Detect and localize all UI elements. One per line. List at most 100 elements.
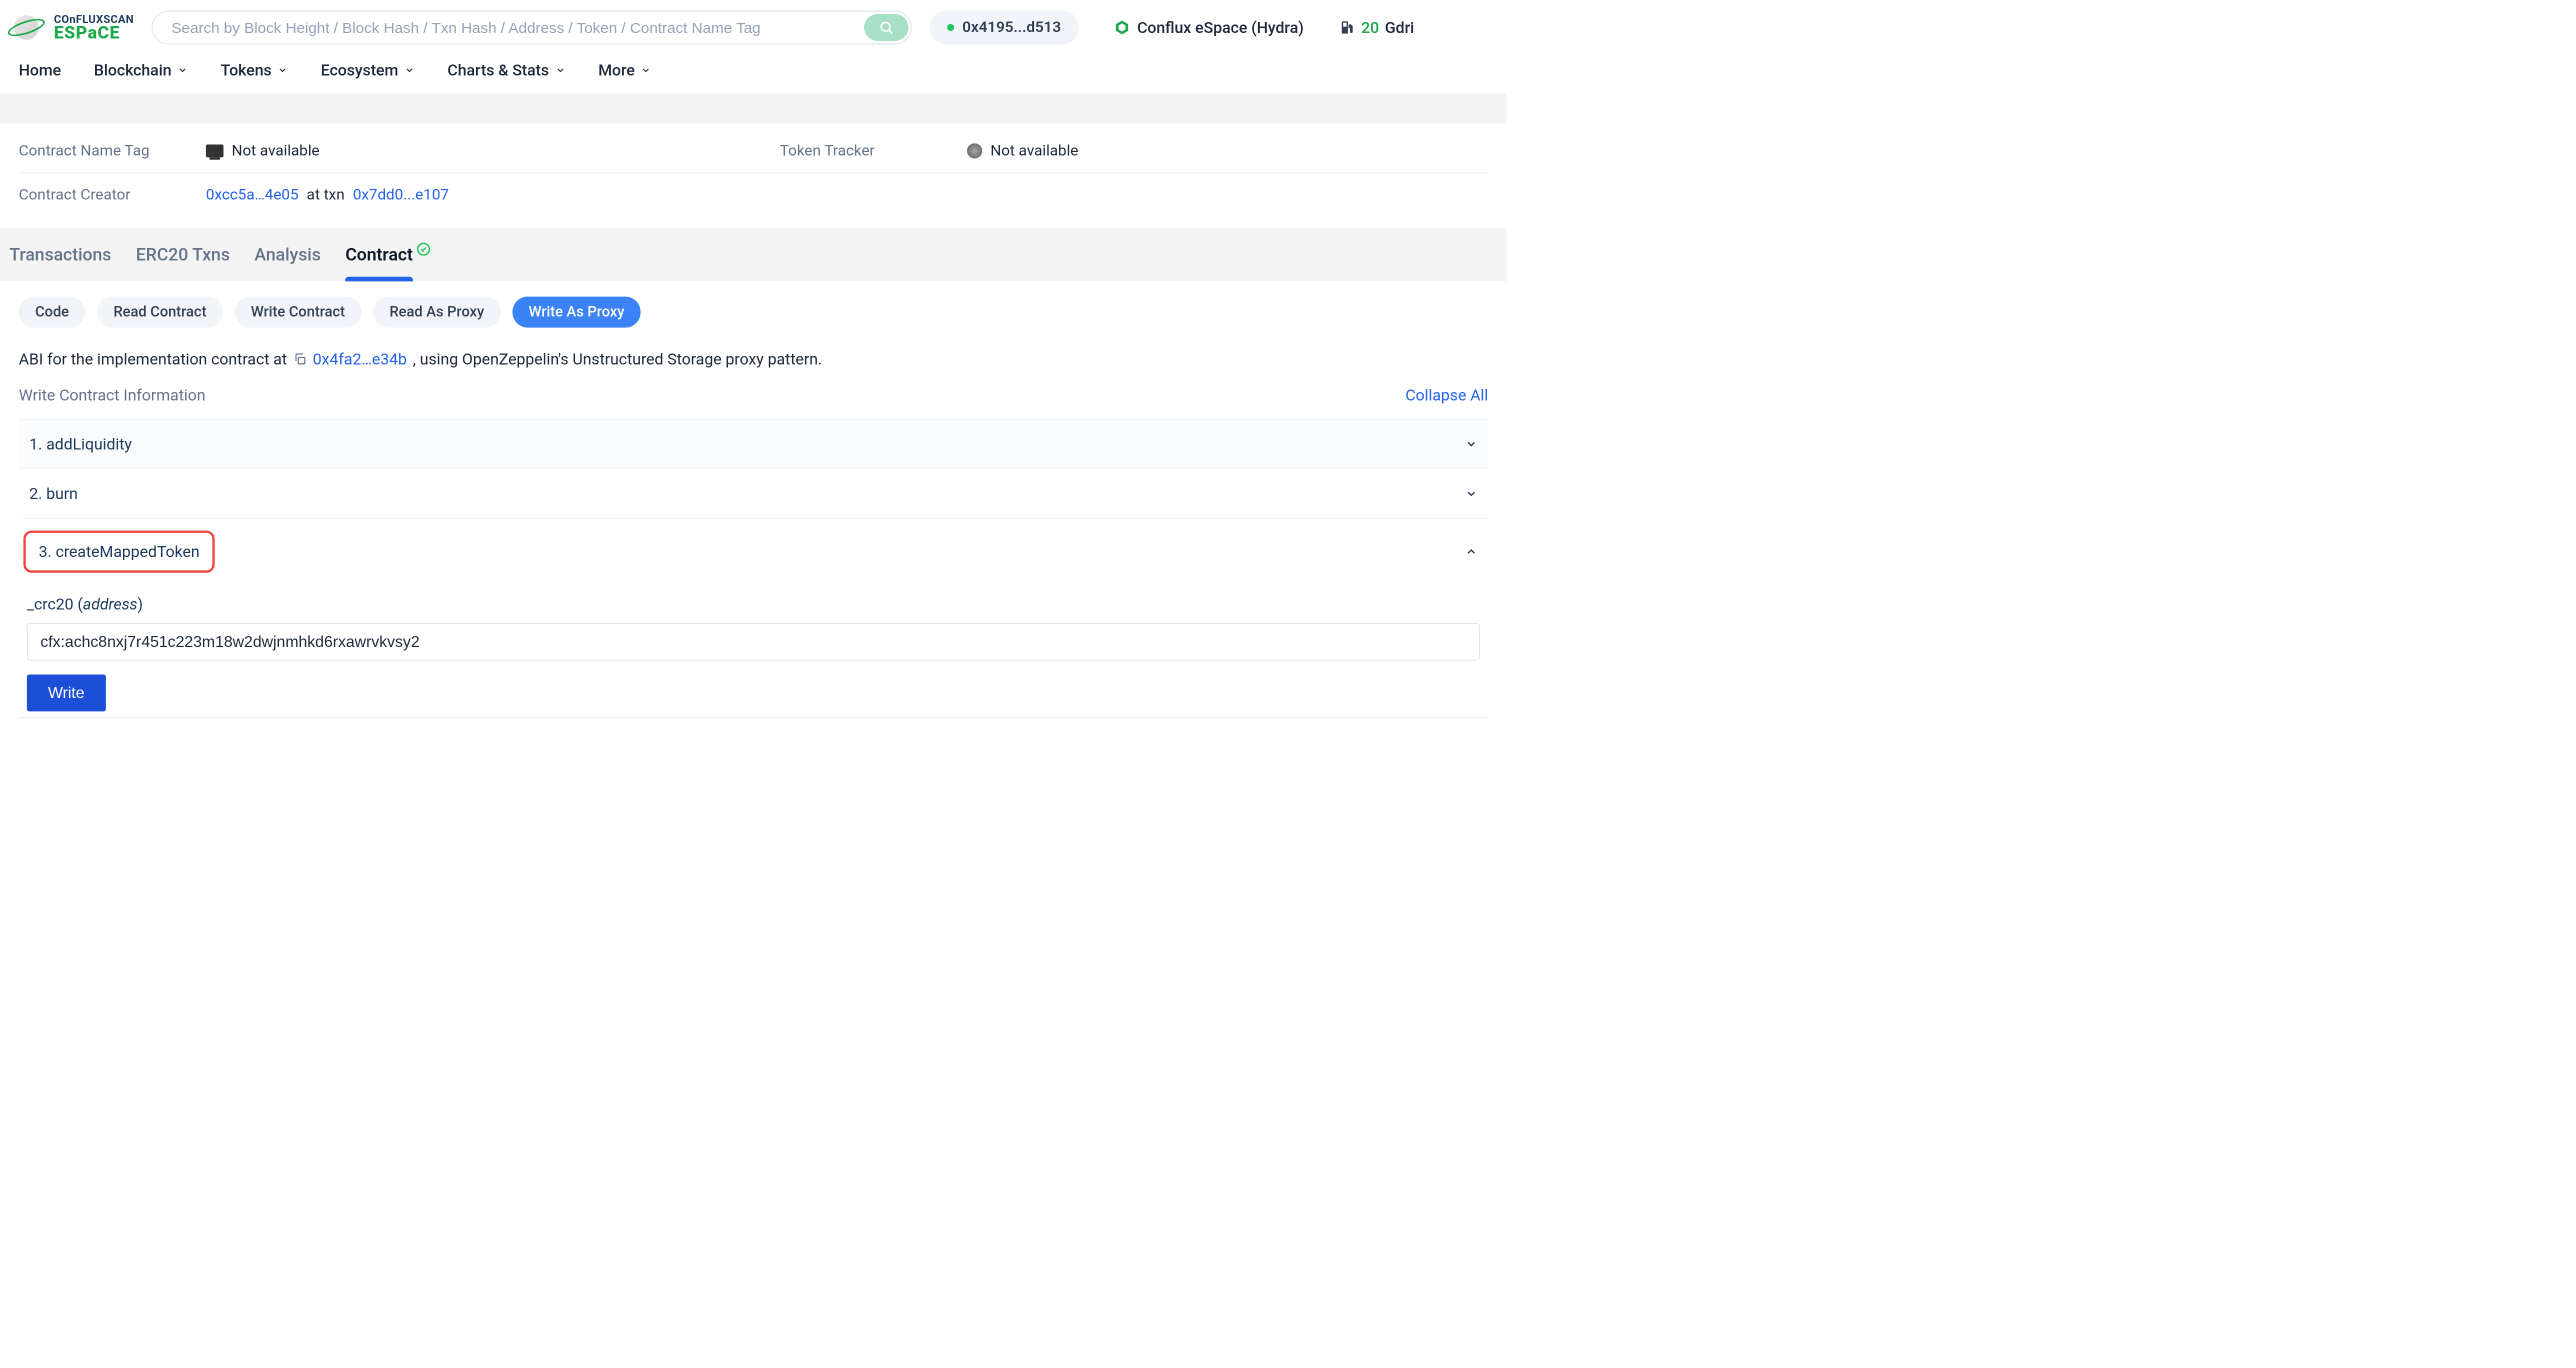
- contract-content: Code Read Contract Write Contract Read A…: [0, 281, 1507, 741]
- subtab-read-proxy[interactable]: Read As Proxy: [373, 297, 500, 328]
- subtab-read[interactable]: Read Contract: [97, 297, 223, 328]
- write-button-label: Write: [48, 684, 85, 702]
- nav-blockchain-label: Blockchain: [94, 61, 172, 80]
- nav-ecosystem-label: Ecosystem: [321, 61, 398, 80]
- nav-charts-label: Charts & Stats: [447, 61, 549, 80]
- creator-txn-link[interactable]: 0x7dd0...e107: [353, 186, 449, 204]
- collapse-all-link[interactable]: Collapse All: [1405, 386, 1488, 405]
- status-dot-icon: [947, 24, 954, 31]
- token-tracker-value: Not available: [990, 142, 1078, 160]
- gas-unit: Gdri: [1385, 18, 1414, 37]
- chevron-up-icon: [1465, 545, 1478, 558]
- network-selector[interactable]: Conflux eSpace (Hydra): [1114, 18, 1304, 37]
- main-nav: Home Blockchain Tokens Ecosystem Charts …: [0, 55, 1507, 94]
- name-tag-value: Not available: [232, 142, 320, 160]
- abi-info: ABI for the implementation contract at 0…: [19, 350, 1489, 369]
- chevron-down-icon: [404, 65, 415, 76]
- function-name-3: 3. createMappedToken: [23, 531, 214, 573]
- accordion-item-burn: 2. burn: [19, 469, 1489, 519]
- info-token-tracker: Token Tracker Not available: [780, 129, 1488, 172]
- param-name: _crc20 (: [27, 595, 83, 614]
- subtab-code[interactable]: Code: [19, 297, 86, 328]
- subtab-code-label: Code: [35, 304, 69, 321]
- verified-icon: [416, 242, 430, 256]
- gas-pump-icon: [1339, 19, 1355, 35]
- accordion-head-addliquidity[interactable]: 1. addLiquidity: [19, 419, 1489, 468]
- accordion-head-burn[interactable]: 2. burn: [19, 469, 1489, 518]
- network-name: Conflux eSpace (Hydra): [1137, 18, 1304, 37]
- abi-address-link[interactable]: 0x4fa2…e34b: [313, 350, 407, 369]
- logo[interactable]: COnFLUXSCAN ESPaCE: [6, 13, 134, 42]
- logo-line2: ESPaCE: [54, 24, 134, 42]
- abi-prefix: ABI for the implementation contract at: [19, 350, 287, 369]
- spacer: [0, 94, 1507, 123]
- nav-ecosystem[interactable]: Ecosystem: [321, 61, 415, 80]
- name-tag-icon: [206, 144, 224, 157]
- chevron-down-icon: [278, 65, 289, 76]
- creator-mid-text: at txn: [307, 186, 345, 204]
- subtab-write-label: Write Contract: [251, 304, 345, 321]
- wallet-address: 0x4195...d513: [962, 19, 1061, 37]
- nav-tokens[interactable]: Tokens: [221, 61, 288, 80]
- accordion-item-addliquidity: 1. addLiquidity: [19, 419, 1489, 469]
- search-icon: [879, 20, 894, 35]
- tab-analysis[interactable]: Analysis: [254, 245, 320, 282]
- param-close: ): [137, 595, 143, 614]
- write-contract-header: Write Contract Information Collapse All: [19, 386, 1489, 405]
- write-contract-label: Write Contract Information: [19, 386, 206, 405]
- logo-planet-icon: [6, 13, 47, 42]
- gas-indicator[interactable]: 20 Gdri: [1339, 18, 1414, 37]
- abi-suffix: , using OpenZeppelin's Unstructured Stor…: [413, 350, 822, 369]
- tab-analysis-label: Analysis: [254, 245, 320, 265]
- subtabs: Code Read Contract Write Contract Read A…: [19, 297, 1489, 328]
- search-wrapper: [151, 11, 912, 45]
- accordion: 1. addLiquidity 2. burn 3. createMappedT…: [19, 419, 1489, 718]
- tab-contract-label: Contract: [345, 245, 413, 265]
- search-input[interactable]: [151, 11, 912, 45]
- chevron-down-icon: [555, 65, 566, 76]
- param-label: _crc20 (address): [27, 595, 1480, 614]
- token-tracker-label: Token Tracker: [780, 142, 967, 160]
- accordion-head-createmappedtoken[interactable]: 3. createMappedToken: [19, 519, 1489, 585]
- wallet-address-pill[interactable]: 0x4195...d513: [930, 11, 1079, 45]
- subtab-read-label: Read Contract: [113, 304, 206, 321]
- tab-erc20-label: ERC20 Txns: [136, 245, 230, 265]
- tab-contract[interactable]: Contract: [345, 245, 413, 282]
- tab-erc20[interactable]: ERC20 Txns: [136, 245, 230, 282]
- tab-transactions[interactable]: Transactions: [9, 245, 111, 282]
- creator-address-link[interactable]: 0xcc5a…4e05: [206, 186, 299, 204]
- name-tag-label: Contract Name Tag: [19, 142, 206, 160]
- chevron-down-icon: [641, 65, 652, 76]
- logo-text: COnFLUXSCAN ESPaCE: [54, 13, 134, 42]
- tab-transactions-label: Transactions: [9, 245, 111, 265]
- nav-home-label: Home: [19, 61, 61, 80]
- accordion-item-createmappedtoken: 3. createMappedToken _crc20 (address) Wr…: [19, 519, 1489, 718]
- subtab-write-proxy-label: Write As Proxy: [529, 304, 625, 321]
- function-name-2: 2. burn: [29, 484, 78, 503]
- subtab-read-proxy-label: Read As Proxy: [389, 304, 484, 321]
- copy-icon[interactable]: [293, 352, 307, 366]
- chevron-down-icon: [177, 65, 188, 76]
- token-icon: [967, 143, 982, 158]
- network-icon: [1114, 19, 1130, 35]
- nav-more[interactable]: More: [598, 61, 651, 80]
- search-button[interactable]: [864, 14, 908, 41]
- info-empty: [780, 173, 1488, 217]
- info-name-tag: Contract Name Tag Not available: [19, 129, 780, 172]
- header: COnFLUXSCAN ESPaCE 0x4195...d513 Conflux…: [0, 0, 1507, 55]
- param-type: address: [83, 595, 138, 614]
- nav-home[interactable]: Home: [19, 61, 61, 80]
- param-input-crc20[interactable]: [27, 623, 1480, 660]
- nav-blockchain[interactable]: Blockchain: [94, 61, 188, 80]
- write-button[interactable]: Write: [27, 675, 106, 712]
- nav-more-label: More: [598, 61, 635, 80]
- creator-label: Contract Creator: [19, 186, 206, 204]
- contract-info: Contract Name Tag Not available Token Tr…: [0, 123, 1507, 228]
- nav-tokens-label: Tokens: [221, 61, 272, 80]
- nav-charts[interactable]: Charts & Stats: [447, 61, 565, 80]
- info-creator: Contract Creator 0xcc5a…4e05 at txn 0x7d…: [19, 173, 780, 217]
- accordion-body-createmappedtoken: _crc20 (address) Write: [19, 584, 1489, 717]
- subtab-write-proxy[interactable]: Write As Proxy: [512, 297, 641, 328]
- chevron-down-icon: [1465, 487, 1478, 500]
- subtab-write[interactable]: Write Contract: [235, 297, 362, 328]
